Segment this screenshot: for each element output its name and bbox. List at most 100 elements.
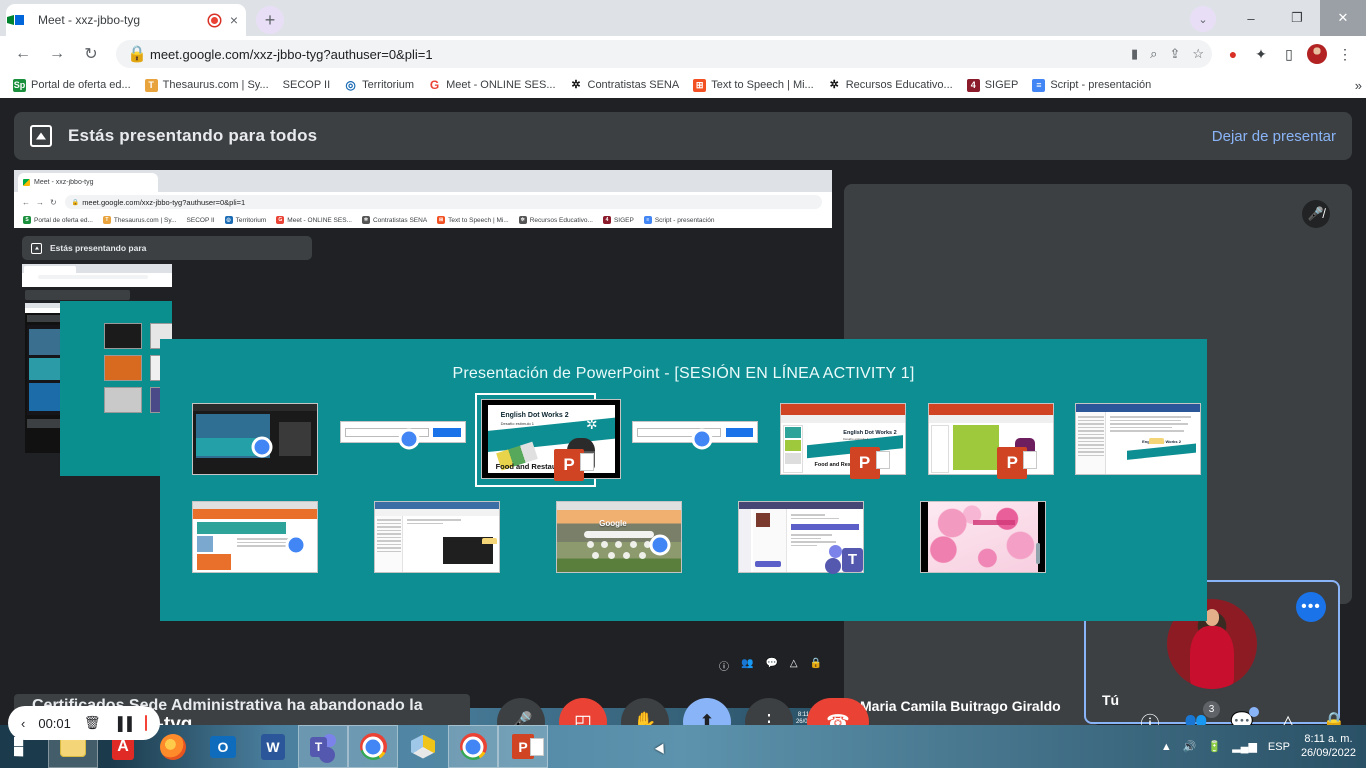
chrome-icon [702, 439, 736, 473]
bookmark-item: ✲ Recursos Educativo... [514, 216, 598, 224]
bookmark-item[interactable]: T Thesaurus.com | Sy... [138, 78, 276, 92]
reload-icon[interactable]: ↻ [76, 39, 106, 69]
thumb-powerpoint-slideshow[interactable]: English Dot Works 2 Desafío estímulo 1 ✲… [475, 393, 622, 487]
chevron-down-icon[interactable]: ⌄ [1190, 6, 1216, 32]
minimize-button[interactable]: – [1228, 0, 1274, 36]
bookmark-label: Recursos Educativo... [529, 216, 593, 224]
bookmark-item[interactable]: G Meet - ONLINE SES... [421, 78, 562, 92]
tile-more-options-button[interactable]: ••• [1296, 592, 1326, 622]
bookmark-item: S Portal de oferta ed... [18, 216, 98, 224]
forward-icon: → [36, 197, 44, 207]
thumb-powerpoint-quizizz[interactable]: Quizizz P [918, 395, 1054, 483]
bookmark-item[interactable]: Sp Portal de oferta ed... [6, 78, 138, 92]
back-icon: ← [22, 197, 30, 207]
bookmark-favicon: T [144, 78, 158, 92]
volume-icon[interactable]: 🔊 [1183, 740, 1197, 753]
chat-unread-dot [1249, 707, 1259, 717]
delete-icon[interactable]: 🗑 [84, 715, 101, 731]
slide-sub: Desafío estímulo 1 [843, 436, 869, 441]
meet-page: Estás presentando para todos Dejar de pr… [0, 98, 1366, 768]
bookmark-star-icon[interactable]: ☆ [1192, 46, 1204, 62]
clock[interactable]: 8:11 a. m. 26/09/2022 [1301, 733, 1356, 761]
stop-recording-button[interactable] [144, 715, 147, 731]
record-extension-icon[interactable]: ● [1220, 41, 1246, 67]
forward-icon[interactable]: → [42, 39, 72, 69]
side-panel-icon[interactable]: ▯ [1276, 41, 1302, 67]
slide-heading: English Dot Works 2 [500, 411, 569, 419]
stop-presenting-button[interactable]: Dejar de presentar [1212, 128, 1336, 145]
thumb-chrome-form[interactable] [622, 395, 759, 483]
bookmark-favicon: T [102, 216, 111, 224]
powerpoint-icon: P [997, 447, 1038, 481]
chrome-menu-icon[interactable]: ⋮ [1332, 41, 1358, 67]
slide-sub: Desafío estímulo 1 [500, 421, 535, 427]
taskbar-teams[interactable]: T [298, 725, 348, 768]
recording-widget[interactable]: ‹ 00:01 🗑 ▐▐ [8, 706, 160, 740]
taskbar-outlook[interactable]: O [198, 725, 248, 768]
maximize-button[interactable]: ❐ [1274, 0, 1320, 36]
taskbar-chrome-2[interactable] [448, 725, 498, 768]
thumb-explorer-2[interactable] [364, 493, 518, 581]
bookmark-favicon: ≡ [1032, 78, 1046, 92]
bookmark-favicon: ✲ [571, 78, 581, 91]
thumb-explorer-window[interactable]: English Dot Works 2 [1065, 395, 1202, 483]
bookmark-label: Meet - ONLINE SES... [287, 216, 352, 224]
thumb-search-chrome[interactable] [330, 395, 466, 483]
thumb-teams[interactable]: T [728, 493, 882, 581]
thumb-photo-flowers[interactable] [910, 493, 1064, 581]
bookmark-label: SIGEP [984, 79, 1019, 91]
taskbar-word[interactable]: W [248, 725, 298, 768]
camera-icon[interactable]: ▮ [1131, 46, 1138, 62]
taskbar-chrome[interactable] [348, 725, 398, 768]
bookmark-item[interactable]: ✲ Recursos Educativo... [821, 79, 960, 92]
network-icon[interactable]: ▂▄▆ [1232, 740, 1257, 753]
close-icon[interactable]: × [230, 13, 238, 27]
thumb-google-home[interactable]: Google [546, 493, 700, 581]
bookmark-item[interactable]: 4 SIGEP [960, 78, 1026, 92]
bookmark-item[interactable]: ◎ Territorium [337, 78, 421, 92]
tab-title: Meet - xxz-jbbo-tyg [38, 13, 141, 27]
recording-time: 00:01 [38, 715, 71, 731]
taskbar-powerpoint[interactable]: P [498, 725, 548, 768]
bookmark-label: SECOP II [282, 79, 331, 91]
chrome-icon [660, 545, 694, 579]
chrome-icon [409, 439, 443, 473]
bookmark-favicon: 4 [966, 78, 980, 92]
omnibox-actions: ▮ ⌕ ⇪ ☆ [1131, 46, 1204, 62]
bookmark-favicon: ✲ [361, 216, 370, 224]
new-tab-button[interactable]: + [256, 6, 284, 34]
bookmark-item[interactable]: ✲ Contratistas SENA [563, 79, 687, 92]
tray-chevron-icon[interactable]: ▲ [1161, 741, 1172, 753]
bookmark-favicon: Sp [13, 78, 26, 92]
bookmark-item[interactable]: ⊞ Text to Speech | Mi... [686, 78, 821, 92]
nested-address-bar: 🔒 meet.google.com/xxz-jbbo-tyg?authuser=… [64, 195, 822, 209]
language-indicator[interactable]: ESP [1268, 741, 1290, 753]
bookmark-item[interactable]: ≡ Script - presentación [1025, 78, 1158, 92]
microphone-muted-icon: 🎤̸ [1302, 200, 1330, 228]
monitor-icon [1036, 543, 1070, 579]
task-switcher-title: Presentación de PowerPoint - [SESIÓN EN … [452, 365, 915, 382]
bookmark-favicon: ⊞ [693, 78, 707, 92]
address-bar[interactable]: 🔒 meet.google.com/xxz-jbbo-tyg?authuser=… [116, 40, 1212, 68]
taskbar-3d-viewer[interactable] [398, 725, 448, 768]
nested-right-controls: ⓘ 👥 💬 △ 🔒 [719, 658, 822, 673]
pause-icon[interactable]: ▐▐ [113, 716, 131, 731]
thumb-orange-site[interactable] [182, 493, 336, 581]
zoom-icon[interactable]: ⌕ [1150, 46, 1157, 62]
share-icon[interactable]: ⇪ [1169, 46, 1180, 62]
bookmark-item[interactable]: SECOP II [276, 79, 337, 91]
collapse-icon[interactable]: ‹ [21, 716, 25, 731]
thumb-meet-chrome[interactable] [182, 395, 318, 483]
browser-tab[interactable]: Meet - xxz-jbbo-tyg × [6, 4, 246, 36]
presenting-banner: Estás presentando para todos Dejar de pr… [14, 112, 1352, 160]
extensions-puzzle-icon[interactable]: ✦ [1248, 41, 1274, 67]
nested-presenting-text: Estás presentando para [50, 243, 147, 253]
back-icon[interactable]: ← [8, 39, 38, 69]
thumb-powerpoint-editor[interactable]: English Dot Works 2 Desafío estímulo 1 F… [770, 395, 906, 483]
bookmarks-overflow-button[interactable]: » [1355, 78, 1362, 93]
teams-icon: T [825, 545, 876, 579]
close-window-button[interactable]: ✕ [1320, 0, 1366, 36]
battery-icon[interactable]: 🔋 [1208, 740, 1222, 753]
profile-avatar[interactable] [1304, 41, 1330, 67]
nested-screenshare-level2 [22, 264, 172, 504]
